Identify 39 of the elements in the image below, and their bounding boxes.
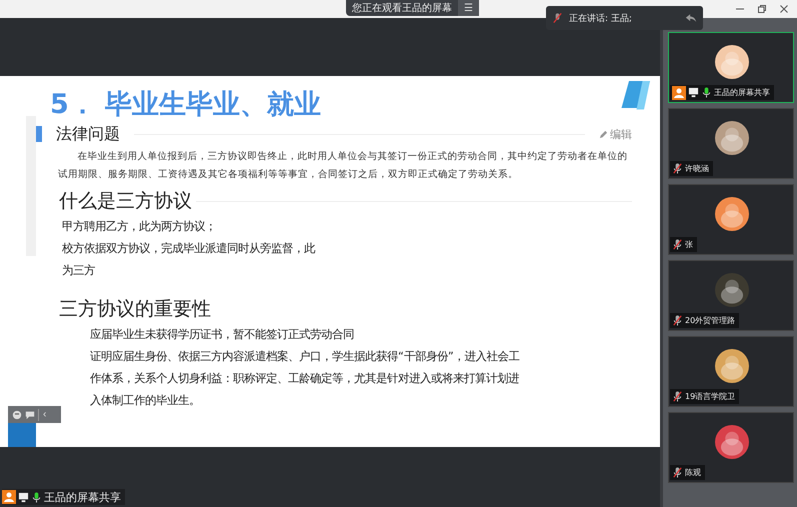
participant-tile[interactable]: 许晓涵 xyxy=(668,108,794,179)
sharer-name: 王品的屏幕共享 xyxy=(44,490,121,504)
participant-tile[interactable]: 19语言学院卫 xyxy=(668,336,794,407)
participant-tile[interactable]: 王品的屏幕共享 xyxy=(668,32,794,103)
text-line: 甲方聘用乙方，此为两方协议； xyxy=(62,219,217,235)
menu-button[interactable]: ☰ xyxy=(458,0,479,16)
text-line: 入体制工作的毕业生。 xyxy=(90,393,201,409)
participant-tile[interactable]: 20外贸管理路 xyxy=(668,260,794,331)
reply-arrow-icon[interactable] xyxy=(685,12,697,24)
text-line: 作体系，关系个人切身利益：职称评定、工龄确定等，尤其是针对进入或将来打算计划进 xyxy=(90,371,520,387)
slide-title: 5． 毕业生毕业、就业 xyxy=(50,88,322,122)
close-icon[interactable] xyxy=(779,4,789,14)
text-line: 应届毕业生未获得学历证书，暂不能签订正式劳动合同 xyxy=(90,327,355,343)
block-heading: 什么是三方协议 xyxy=(59,189,192,214)
slide-decoration-drawing xyxy=(620,80,650,112)
block-heading: 三方协议的重要性 xyxy=(59,297,211,322)
section-heading: 法律问题 xyxy=(56,124,120,144)
text-line: 校方依据双方协议，完成毕业派遣同时从旁监督，此 xyxy=(62,241,316,257)
speaking-label: 正在讲话: 王品; xyxy=(569,12,633,24)
section-marker xyxy=(36,126,42,142)
pencil-icon xyxy=(599,130,608,138)
text-line: 证明应届生身份、依据三方内容派遣档案、户口，学生据此获得“干部身份”，进入社会工 xyxy=(90,349,521,365)
muted-mic-icon xyxy=(552,12,563,24)
viewing-label: 您正在观看王品的屏幕 xyxy=(351,2,453,15)
edit-link[interactable]: 编辑 xyxy=(599,126,632,142)
emoji-icon[interactable] xyxy=(12,410,22,420)
participant-tile[interactable]: 陈观 xyxy=(668,412,794,483)
collapse-button[interactable]: ‹ xyxy=(38,408,50,420)
participant-tile[interactable]: 张 xyxy=(668,184,794,255)
participant-name: 19语言学院卫 xyxy=(685,391,736,402)
participant-name: 张 xyxy=(685,239,693,250)
participant-name: 20外贸管理路 xyxy=(685,315,736,326)
participant-name: 陈观 xyxy=(685,467,701,478)
chat-icon[interactable] xyxy=(25,410,35,420)
paragraph: 在毕业生到用人单位报到后，三方协议即告终止，此时用人单位会与其签订一份正式的劳动合同，其中约定了劳动者在单位的试用期限、服务期限、工资待遇及其它各项福利等等事宜，合同签订之后，双方即正式确定了劳动关系。 xyxy=(58,150,628,182)
participant-name: 王品的屏幕共享 xyxy=(714,87,770,98)
restore-icon[interactable] xyxy=(757,4,767,14)
participant-name: 许晓涵 xyxy=(685,163,709,174)
text-line: 为三方 xyxy=(62,263,96,279)
